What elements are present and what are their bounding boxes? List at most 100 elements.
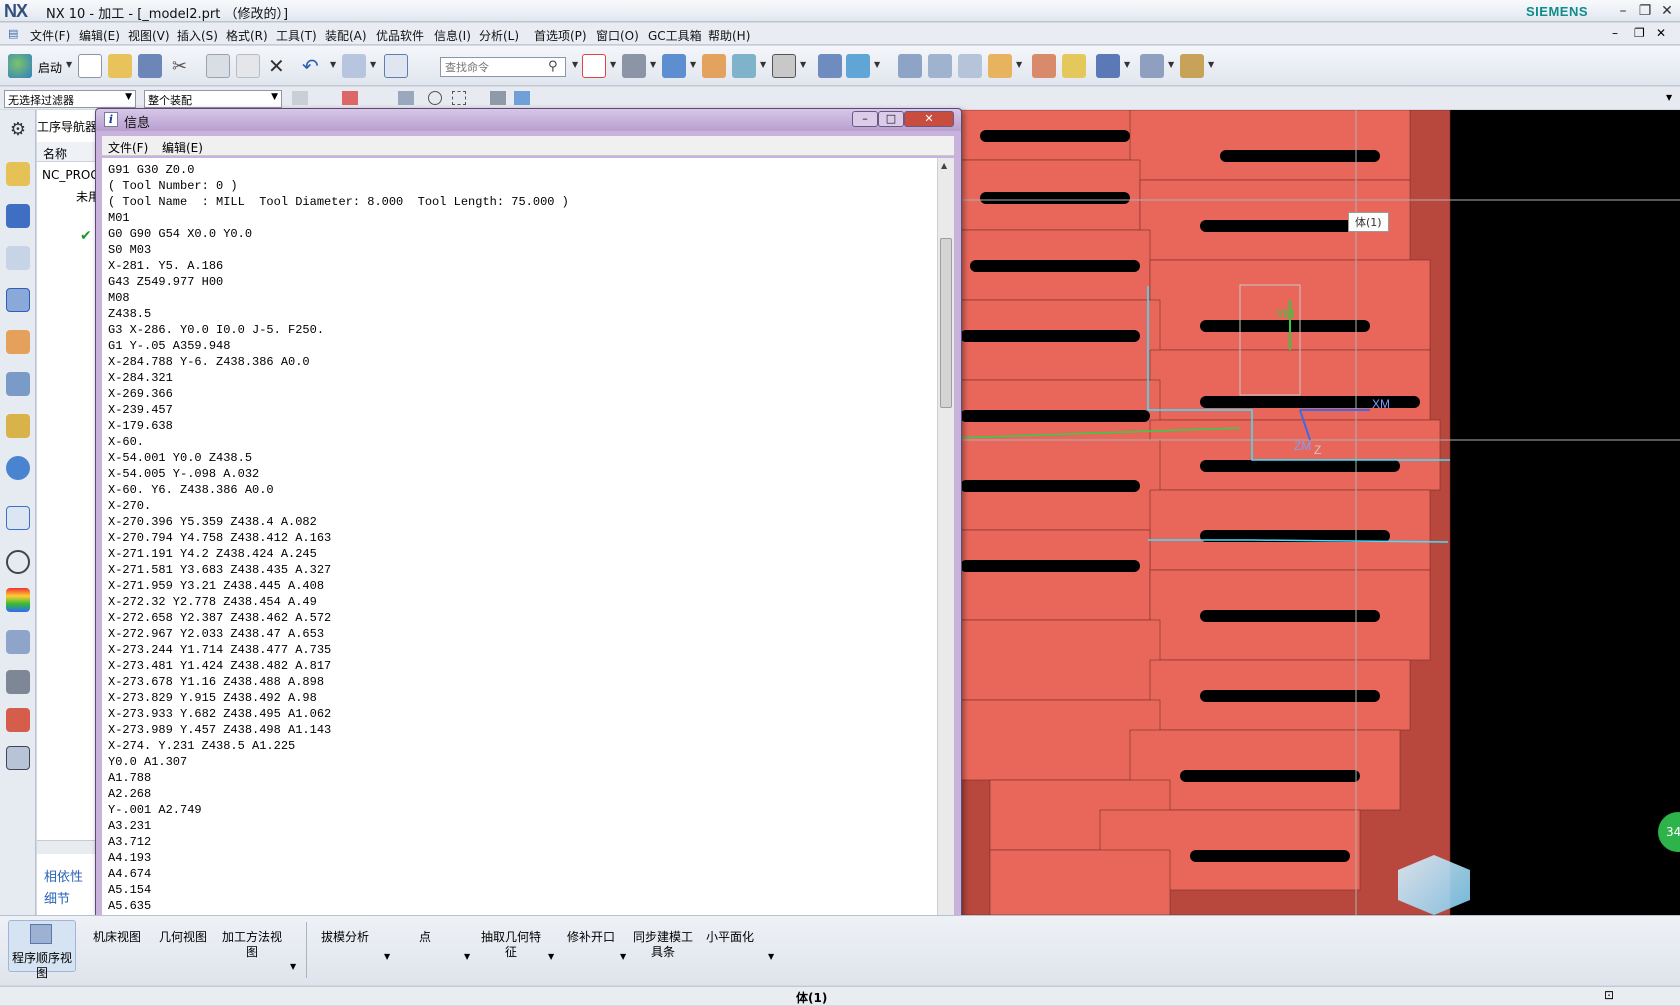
background-icon[interactable] [772, 54, 796, 78]
operation-navigator-icon[interactable] [6, 288, 30, 312]
cut-icon[interactable]: ✂ [172, 56, 187, 77]
background-dropdown-icon[interactable]: ▼ [800, 60, 806, 69]
info-titlebar[interactable]: i 信息 – □ ✕ [96, 109, 961, 131]
measure-dropdown-icon[interactable]: ▼ [1208, 60, 1214, 69]
create-program-icon[interactable] [898, 54, 922, 78]
constraint-navigator-icon[interactable] [6, 204, 30, 228]
sync-modeling-button[interactable]: 同步建模工具条 [628, 930, 698, 960]
part-navigator-icon[interactable] [6, 246, 30, 270]
menu-edit[interactable]: 编辑(E) [79, 27, 120, 44]
menu-youpin[interactable]: 优品软件 [376, 27, 424, 44]
nc-code-listing[interactable]: G91 G30 Z0.0 ( Tool Number: 0 ) ( Tool Nam… [102, 158, 937, 927]
menu-help[interactable]: 帮助(H) [708, 27, 750, 44]
create-tool-icon[interactable] [928, 54, 952, 78]
draft-analysis-button[interactable]: 拔模分析 [312, 930, 378, 945]
clock-icon[interactable] [6, 550, 30, 574]
new-file-icon[interactable] [78, 54, 102, 78]
reuse-library-icon[interactable] [6, 372, 30, 396]
fit-dropdown-icon[interactable]: ▼ [610, 60, 616, 69]
facet-dropdown-icon[interactable]: ▼ [768, 952, 774, 961]
docs-dropdown-icon[interactable]: ▼ [1168, 60, 1174, 69]
point-button[interactable]: 点 [400, 930, 450, 945]
menu-insert[interactable]: 插入(S) [177, 27, 218, 44]
section-view-icon[interactable] [818, 54, 842, 78]
method-view-button[interactable]: 加工方法视图 [218, 930, 286, 960]
show-hide-icon[interactable] [732, 54, 756, 78]
undo-dropdown-icon[interactable]: ▼ [330, 60, 336, 69]
selection-dropdown-icon[interactable]: ▼ [370, 60, 376, 69]
measure-icon[interactable] [1180, 54, 1204, 78]
system-scene-icon[interactable] [6, 746, 30, 770]
patch-openings-button[interactable]: 修补开口 [560, 930, 622, 945]
info-close-button[interactable]: ✕ [904, 111, 954, 127]
system-materials-icon[interactable] [6, 588, 30, 612]
minimize-button[interactable]: – [1612, 2, 1634, 20]
history-icon[interactable] [6, 506, 30, 530]
menu-window[interactable]: 窗口(O) [596, 27, 639, 44]
extract-geometry-button[interactable]: 抽取几何特征 [476, 930, 546, 960]
create-operation-icon[interactable] [988, 54, 1012, 78]
create-geometry-icon[interactable] [958, 54, 982, 78]
extract-dropdown-icon[interactable]: ▼ [548, 952, 554, 961]
search-dropdown-icon[interactable]: ▼ [572, 60, 578, 69]
postprocess-icon[interactable] [1096, 54, 1120, 78]
info-minimize-button[interactable]: – [852, 111, 878, 127]
orient-dropdown-icon[interactable]: ▼ [690, 60, 696, 69]
patch-dropdown-icon[interactable]: ▼ [620, 952, 626, 961]
menu-format[interactable]: 格式(R) [226, 27, 268, 44]
info-icon[interactable] [384, 54, 408, 78]
render-style-icon[interactable] [622, 54, 646, 78]
selection-filter-select[interactable]: 无选择过滤器 ▼ [4, 90, 136, 108]
circle-select-icon[interactable] [428, 91, 442, 105]
scroll-thumb[interactable] [940, 238, 952, 408]
scroll-up-icon[interactable]: ▲ [941, 161, 947, 170]
status-view-icon[interactable]: ⊡ [1604, 988, 1614, 1002]
verify-toolpath-icon[interactable] [1062, 54, 1086, 78]
doc-minimize-button[interactable]: – [1612, 26, 1618, 40]
paste-icon[interactable] [236, 54, 260, 78]
clip-dropdown-icon[interactable]: ▼ [874, 60, 880, 69]
dependencies-tab[interactable]: 相依性 [44, 866, 83, 885]
filter-tool-icon[interactable] [292, 91, 308, 105]
view-group-dropdown-icon[interactable]: ▼ [290, 962, 296, 971]
info-menu-edit[interactable]: 编辑(E) [162, 139, 203, 156]
open-folder-icon[interactable] [108, 54, 132, 78]
model-viewport[interactable]: YM XM ZM Z [900, 110, 1680, 915]
navigator-column-header[interactable]: 名称 [37, 142, 97, 162]
save-icon[interactable] [138, 54, 162, 78]
post-dropdown-icon[interactable]: ▼ [1124, 60, 1130, 69]
menu-assembly[interactable]: 装配(A) [325, 27, 367, 44]
show-dropdown-icon[interactable]: ▼ [760, 60, 766, 69]
start-dropdown-icon[interactable]: ▼ [66, 60, 72, 69]
process-studio-icon[interactable] [6, 630, 30, 654]
shop-docs-icon[interactable] [1140, 54, 1164, 78]
toolbar-overflow-icon[interactable]: ▼ [1666, 93, 1672, 102]
start-icon[interactable] [8, 54, 32, 78]
details-tab[interactable]: 细节 [44, 888, 70, 907]
manufacturing-wizard-icon[interactable] [6, 670, 30, 694]
doc-restore-button[interactable]: ❐ [1634, 26, 1645, 40]
start-button-label[interactable]: 启动 [38, 59, 62, 76]
menu-preferences[interactable]: 首选项(P) [534, 27, 587, 44]
render-dropdown-icon[interactable]: ▼ [650, 60, 656, 69]
info-menu-file[interactable]: 文件(F) [108, 139, 148, 156]
machine-view-button[interactable]: 机床视图 [84, 930, 150, 945]
snap-point-icon[interactable] [342, 91, 358, 105]
doc-close-button[interactable]: ✕ [1656, 26, 1666, 40]
info-maximize-button[interactable]: □ [878, 111, 904, 127]
menu-view[interactable]: 视图(V) [128, 27, 170, 44]
machine-navigator-icon[interactable] [6, 330, 30, 354]
snap-tool-icon[interactable] [398, 91, 414, 105]
generate-toolpath-icon[interactable] [1032, 54, 1056, 78]
draft-dropdown-icon[interactable]: ▼ [384, 952, 390, 961]
menu-info[interactable]: 信息(I) [434, 27, 471, 44]
navigator-hscrollbar[interactable] [37, 840, 97, 854]
close-button[interactable]: ✕ [1656, 2, 1678, 20]
assembly-navigator-icon[interactable] [6, 162, 30, 186]
fit-view-icon[interactable] [582, 54, 606, 78]
orient-view-icon[interactable] [662, 54, 686, 78]
layer-icon[interactable] [702, 54, 726, 78]
search-icon[interactable]: ⚲ [548, 59, 558, 74]
view-cube-icon[interactable] [490, 91, 506, 105]
settings-gear-icon[interactable]: ⚙ [6, 118, 30, 142]
